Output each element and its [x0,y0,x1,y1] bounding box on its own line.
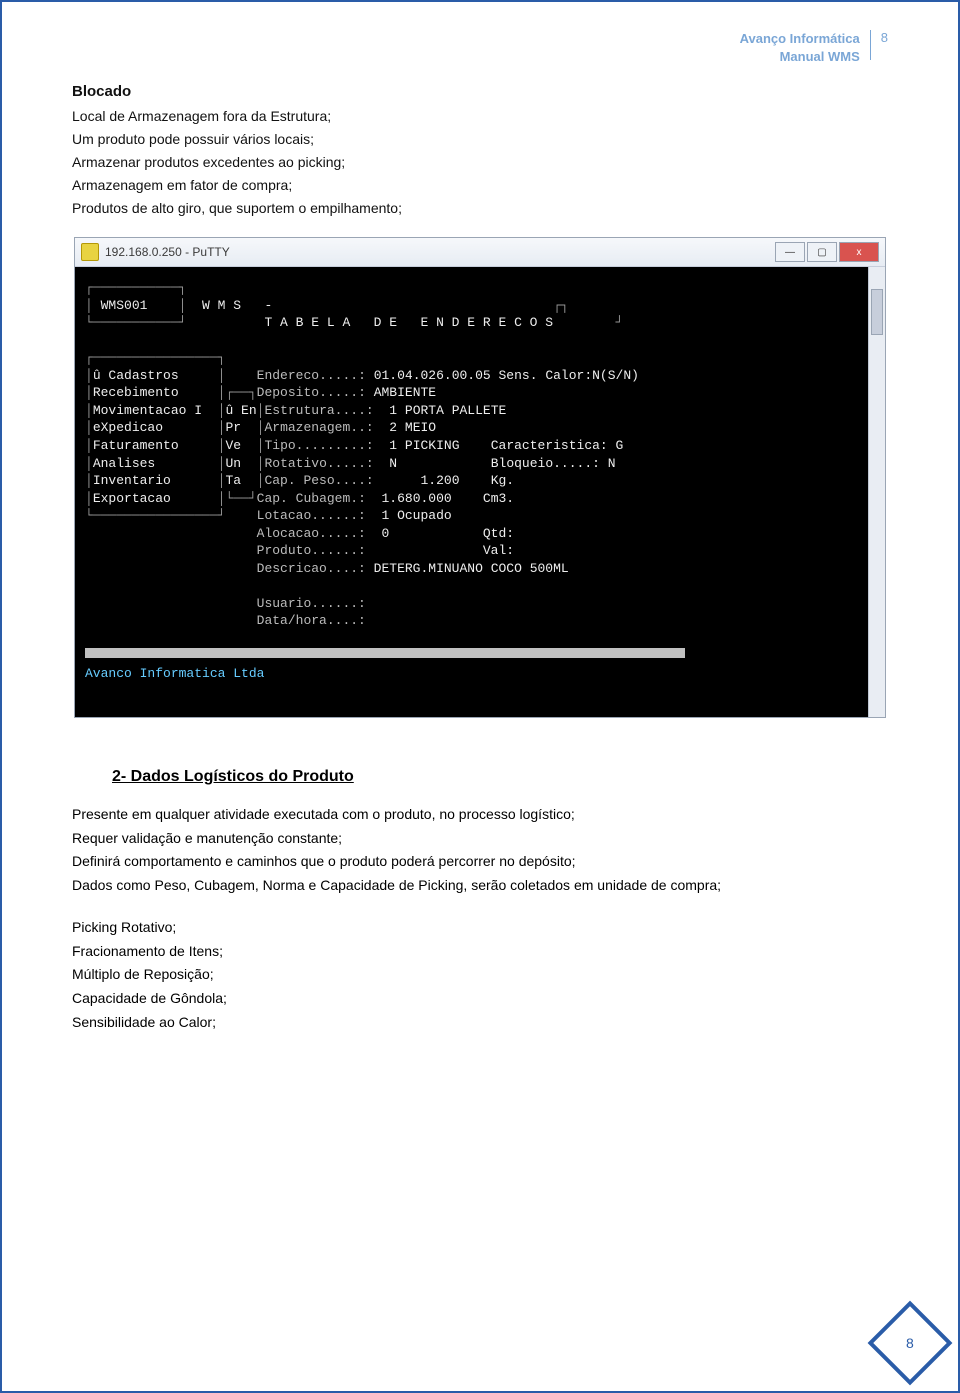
footer-page-number: 8 [906,1335,914,1351]
field-value: AMBIENTE [374,385,436,400]
maximize-icon: ▢ [817,247,826,258]
submenu-item[interactable]: Ta [225,473,241,488]
field-value: 2 MEIO [389,420,436,435]
term-screen-title: T A B E L A D E E N D E R E C O S [264,315,553,330]
field-value: 1 PORTA PALLETE [389,403,506,418]
field-label: Cap. Cubagem.: [257,491,366,506]
field-label: Cap. Peso....: [264,473,373,488]
page: Avanço Informática Manual WMS 8 Blocado … [0,0,960,1393]
close-icon: x [857,247,862,258]
minimize-icon: — [785,247,795,258]
field-value: 1 Ocupado [381,508,451,523]
term-wms: W M S - [202,298,272,313]
close-button[interactable]: x [839,242,879,262]
section-heading-dados-logisticos: 2- Dados Logísticos do Produto [112,768,888,786]
menu-item[interactable]: Recebimento [93,385,179,400]
submenu-item[interactable]: Ve [225,438,241,453]
maximize-button[interactable]: ▢ [807,242,837,262]
field-label: Lotacao......: [257,508,366,523]
submenu-item[interactable]: û En [225,403,256,418]
blocado-line: Armazenar produtos excedentes ao picking… [72,152,888,173]
field-label: Rotativo.....: [264,456,373,471]
blocado-line: Armazenagem em fator de compra; [72,175,888,196]
term-statusbar [85,648,685,658]
field-label: Data/hora....: [257,613,366,628]
menu-item[interactable]: Movimentacao I [93,403,202,418]
field-label: Descricao....: [257,561,366,576]
header-page: 8 [881,30,888,45]
term-footer: Avanco Informatica Ltda [85,666,264,681]
menu-item[interactable]: eXpedicao [93,420,163,435]
field-value: 1 PICKING Caracteristica: G [389,438,623,453]
section2-list-item: Fracionamento de Itens; [72,941,888,963]
header-divider [870,30,871,60]
terminal-scrollbar[interactable] [868,267,885,717]
section2-para: Presente em qualquer atividade executada… [72,804,888,826]
submenu-item[interactable]: Pr [225,420,241,435]
putty-icon [81,243,99,261]
field-label: Deposito.....: [257,385,366,400]
field-value: 0 Qtd: [381,526,514,541]
section2-para: Dados como Peso, Cubagem, Norma e Capaci… [72,875,888,897]
field-label: Estrutura....: [264,403,373,418]
terminal[interactable]: ┌───────────┐ │ WMS001 │ W M S - ┌┐ └───… [75,267,868,717]
field-value: N Bloqueio.....: N [389,456,615,471]
section2-list-item: Sensibilidade ao Calor; [72,1012,888,1034]
putty-title: 192.168.0.250 - PuTTY [105,245,230,259]
footer-ornament: 8 [880,1313,940,1373]
putty-window: 192.168.0.250 - PuTTY — ▢ x ┌───────────… [74,237,886,718]
minimize-button[interactable]: — [775,242,805,262]
page-header: Avanço Informática Manual WMS 8 [72,30,888,65]
header-company: Avanço Informática [740,31,860,46]
section-title-blocado: Blocado [72,83,888,100]
field-label: Tipo.........: [264,438,373,453]
field-value: DETERG.MINUANO COCO 500ML [374,561,569,576]
field-label: Produto......: [257,543,366,558]
field-label: Armazenagem..: [264,420,373,435]
scrollbar-thumb[interactable] [871,289,883,335]
field-value: Val: [381,543,514,558]
section2-para: Requer validação e manutenção constante; [72,828,888,850]
page-number-diamond: 8 [868,1301,953,1386]
blocado-line: Um produto pode possuir vários locais; [72,129,888,150]
menu-item[interactable]: Analises [93,456,155,471]
blocado-line: Local de Armazenagem fora da Estrutura; [72,106,888,127]
submenu-item[interactable]: Un [225,456,241,471]
field-value: 1.200 Kg. [389,473,514,488]
section2-list-item: Múltiplo de Reposição; [72,964,888,986]
field-label: Endereco.....: [257,368,366,383]
putty-titlebar[interactable]: 192.168.0.250 - PuTTY — ▢ x [75,238,885,267]
header-text: Avanço Informática Manual WMS [740,30,860,65]
menu-item[interactable]: Exportacao [93,491,171,506]
menu-item[interactable]: û Cadastros [93,368,179,383]
field-value: 1.680.000 Cm3. [381,491,514,506]
menu-item[interactable]: Inventario [93,473,171,488]
section2-list-item: Picking Rotativo; [72,917,888,939]
menu-item[interactable]: Faturamento [93,438,179,453]
section2-para: Definirá comportamento e caminhos que o … [72,851,888,873]
field-value: 01.04.026.00.05 Sens. Calor:N(S/N) [374,368,639,383]
section2-list-item: Capacidade de Gôndola; [72,988,888,1010]
field-label: Usuario......: [257,596,366,611]
header-doc: Manual WMS [780,49,860,64]
term-code: WMS001 [101,298,148,313]
field-label: Alocacao.....: [257,526,366,541]
blocado-line: Produtos de alto giro, que suportem o em… [72,198,888,219]
